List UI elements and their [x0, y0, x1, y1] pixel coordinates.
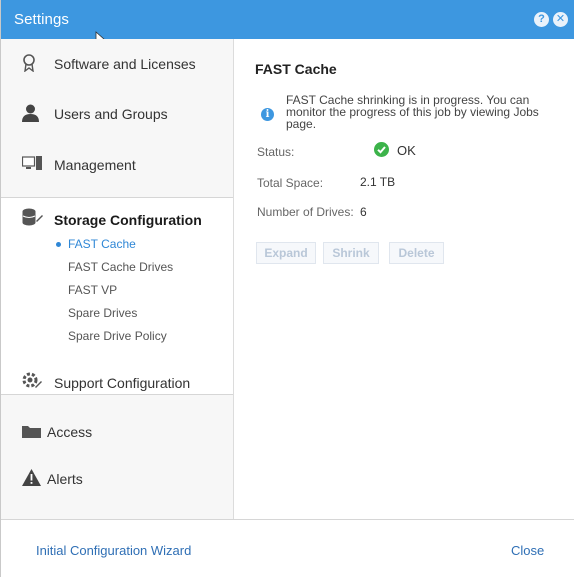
number-of-drives-label: Number of Drives: [257, 205, 354, 219]
check-icon [374, 142, 389, 157]
sidebar-item-label: Management [54, 157, 136, 173]
sidebar-item-label: Access [47, 424, 93, 440]
sidebar: Software and Licenses Users and Groups M… [1, 39, 234, 519]
status-label: Status: [257, 145, 295, 159]
delete-button[interactable]: Delete [389, 242, 444, 264]
sidebar-item-access[interactable]: Access [1, 407, 233, 455]
page-title: FAST Cache [255, 61, 337, 77]
info-icon: i [261, 108, 274, 121]
sidebar-item-support-configuration[interactable]: Support Configuration [1, 357, 233, 405]
number-of-drives-value: 6 [360, 205, 367, 219]
sidebar-item-label: Storage Configuration [54, 212, 202, 228]
close-icon[interactable]: ✕ [553, 12, 568, 27]
monitor-icon [22, 156, 42, 170]
sidebar-item-software-licenses[interactable]: Software and Licenses [1, 39, 233, 87]
close-button[interactable]: Close [511, 543, 544, 558]
dialog-footer: Initial Configuration Wizard Close [1, 519, 574, 577]
subitem-fast-cache-drives[interactable]: FAST Cache Drives [68, 260, 173, 274]
gear-wrench-icon [22, 372, 42, 388]
window-title: Settings [14, 11, 69, 28]
shrink-button[interactable]: Shrink [323, 242, 379, 264]
active-bullet [56, 242, 61, 247]
notice-line: page. [286, 117, 317, 131]
user-icon [22, 104, 39, 122]
total-space-value: 2.1 TB [360, 175, 396, 189]
database-icon [22, 208, 43, 226]
settings-dialog: Settings ? ✕ Software and Licenses Users… [0, 0, 574, 577]
sidebar-item-alerts[interactable]: Alerts [1, 455, 233, 503]
warning-icon [22, 469, 41, 486]
sidebar-item-label: Users and Groups [54, 106, 168, 122]
subitem-spare-drives[interactable]: Spare Drives [68, 306, 137, 320]
main-content: FAST Cache i FAST Cache shrinking is in … [234, 39, 574, 519]
subitem-fast-vp[interactable]: FAST VP [68, 283, 117, 297]
subitem-spare-drive-policy[interactable]: Spare Drive Policy [68, 329, 167, 343]
sidebar-item-users-groups[interactable]: Users and Groups [1, 89, 233, 137]
sidebar-item-label: Software and Licenses [54, 56, 196, 72]
initial-configuration-wizard-link[interactable]: Initial Configuration Wizard [36, 543, 191, 558]
award-icon [23, 54, 35, 72]
sidebar-item-management[interactable]: Management [1, 139, 233, 187]
status-value: OK [397, 143, 416, 158]
notice-line: monitor the progress of this job by view… [286, 105, 539, 119]
help-icon[interactable]: ? [534, 12, 549, 27]
subitem-fast-cache[interactable]: FAST Cache [68, 237, 136, 251]
total-space-label: Total Space: [257, 176, 324, 190]
sidebar-item-label: Alerts [47, 471, 83, 487]
notice-text: FAST Cache shrinking is in progress. You… [286, 94, 556, 130]
folder-icon [22, 426, 41, 438]
expand-button[interactable]: Expand [256, 242, 316, 264]
sidebar-item-label: Support Configuration [54, 375, 191, 391]
title-bar: Settings ? ✕ [1, 0, 574, 47]
